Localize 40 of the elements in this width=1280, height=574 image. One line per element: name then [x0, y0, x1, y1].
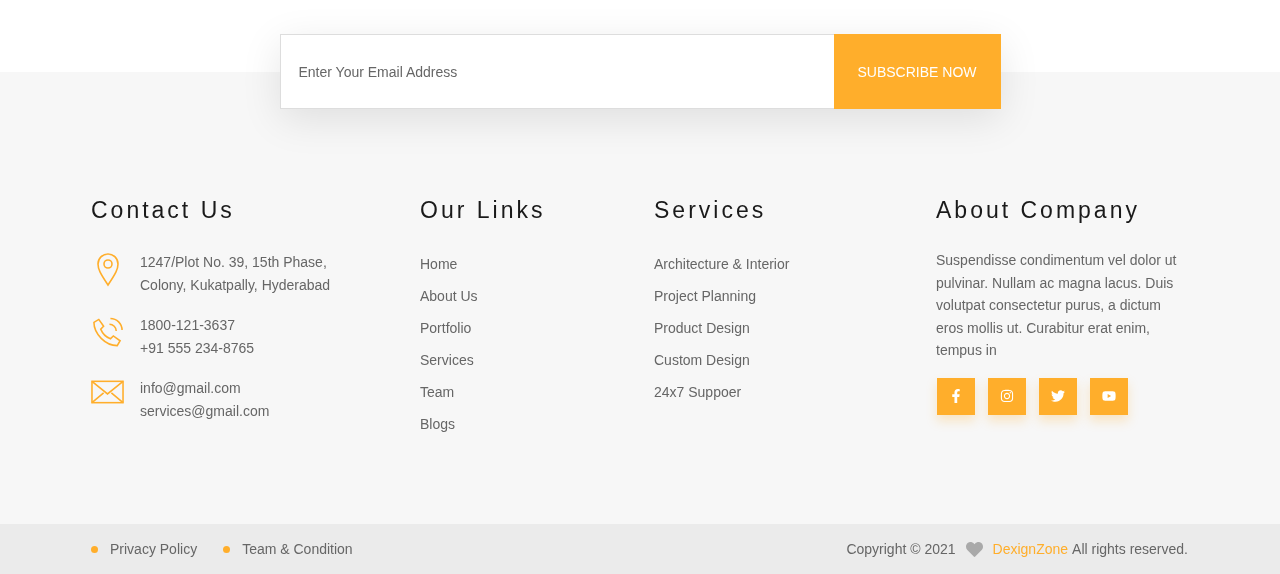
- section-heading: Our Links: [420, 197, 547, 223]
- email-field[interactable]: Enter Your Email Address: [279, 34, 834, 109]
- service-link[interactable]: Product Design: [654, 318, 936, 338]
- footer-link[interactable]: Team: [420, 382, 654, 402]
- contact-text: info@gmail.com: [140, 379, 242, 398]
- service-link[interactable]: Architecture & Interior: [654, 254, 936, 274]
- contact-text: 1247/Plot No. 39, 15th Phase,: [140, 253, 328, 272]
- copyright-text: Copyright © 2021: [846, 541, 956, 557]
- heart-icon: [965, 540, 983, 558]
- contact-text: services@gmail.com: [140, 401, 270, 421]
- footer-link[interactable]: Services: [420, 350, 654, 370]
- instagram-icon: [1000, 389, 1014, 403]
- bottom-link[interactable]: Privacy Policy: [91, 541, 198, 557]
- service-link[interactable]: Project Planning: [654, 286, 936, 306]
- service-link[interactable]: 24x7 Suppoer: [654, 382, 936, 402]
- bullet-icon: [91, 545, 98, 553]
- service-link[interactable]: Custom Design: [654, 350, 936, 370]
- envelope-icon: [91, 379, 124, 405]
- instagram-button[interactable]: [988, 377, 1026, 415]
- section-heading: Services: [654, 197, 768, 223]
- facebook-button[interactable]: [937, 377, 975, 415]
- section-heading: About Company: [936, 197, 1141, 223]
- twitter-button[interactable]: [1039, 377, 1077, 415]
- location-pin-icon: [95, 253, 120, 287]
- contact-text: +91 555 234-8765: [140, 338, 255, 358]
- footer-link[interactable]: Blogs: [420, 414, 654, 434]
- about-text: Suspendisse condimentum vel dolor ut pulvinar. Nullam ac magna lacus. Duis volutpat consectetur purus, a dictum eros mollis ut. Curabitur erat enim, tempus in: [936, 251, 1178, 360]
- facebook-icon: [949, 389, 963, 403]
- footer-link[interactable]: About Us: [420, 286, 654, 306]
- twitter-icon: [1051, 389, 1065, 403]
- contact-text: Colony, Kukatpally, Hyderabad: [140, 275, 331, 295]
- bottom-link[interactable]: Team & Condition: [223, 541, 353, 557]
- youtube-icon: [1102, 389, 1116, 403]
- footer-link[interactable]: Home: [420, 254, 654, 274]
- section-heading: Contact Us: [91, 197, 236, 223]
- rights-text: All rights reserved.: [1072, 541, 1188, 557]
- footer-link[interactable]: Portfolio: [420, 318, 654, 338]
- youtube-button[interactable]: [1090, 377, 1128, 415]
- contact-text: 1800-121-3637: [140, 316, 236, 335]
- bullet-icon: [223, 545, 231, 553]
